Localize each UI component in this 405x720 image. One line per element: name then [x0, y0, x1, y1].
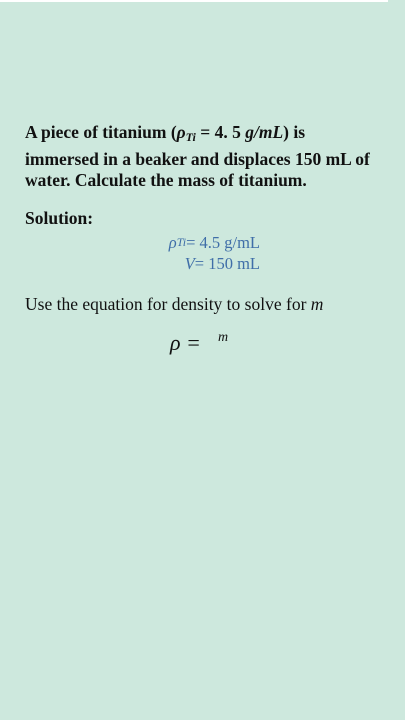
problem-prefix: A piece of titanium ( [25, 122, 177, 142]
rho-symbol: ρ [176, 122, 186, 142]
problem-line2: immersed in a beaker and displaces 150 m… [25, 148, 370, 169]
given-density-value: = 4.5 g/mL [186, 233, 260, 252]
given-density-subscript: Ti [176, 235, 187, 249]
density-equation: ρ = m [170, 330, 228, 356]
given-volume-symbol: V [184, 254, 195, 273]
instruction-variable: m [310, 294, 324, 314]
equation-lhs: ρ = [170, 330, 201, 355]
top-strip [0, 0, 388, 2]
given-volume-value: = 150 mL [194, 254, 260, 273]
problem-line3: water. Calculate the mass of titanium. [25, 170, 307, 190]
instruction-text: Use the equation for density to solve fo… [25, 294, 323, 315]
density-expression: = 4. 5 [195, 122, 246, 142]
given-density: ρ Ti = 4.5 g/mL [100, 232, 260, 253]
problem-line1-end: ) is [283, 122, 306, 142]
solution-label: Solution: [25, 208, 94, 228]
equation-numerator: m [218, 330, 229, 345]
given-values: ρ Ti = 4.5 g/mL V = 150 mL [100, 232, 260, 274]
density-unit: g/mL [245, 122, 284, 142]
instruction-body: Use the equation for density to solve fo… [25, 294, 311, 314]
rho-subscript: Ti [185, 130, 196, 144]
given-density-symbol: ρ [168, 233, 177, 252]
given-volume: V = 150 mL [100, 253, 260, 274]
problem-statement: A piece of titanium (ρTi = 4. 5 g/mL) is… [25, 122, 385, 192]
